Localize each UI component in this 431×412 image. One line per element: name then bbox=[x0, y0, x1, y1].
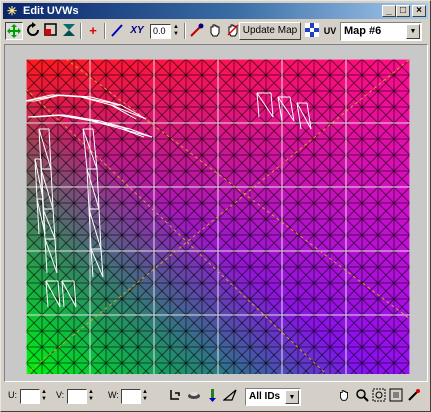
rotate-tool-button[interactable] bbox=[24, 22, 42, 40]
uv-grid-overlay bbox=[26, 59, 410, 374]
v-spinner-arrows[interactable]: ▲ ▼ bbox=[87, 389, 95, 404]
chevron-down-icon[interactable]: ▼ bbox=[406, 24, 420, 39]
u-spinner-arrows[interactable]: ▲ ▼ bbox=[40, 389, 48, 404]
uv-texture-map bbox=[26, 59, 410, 374]
scale-tool-button[interactable] bbox=[42, 22, 60, 40]
show-map-button[interactable] bbox=[303, 22, 321, 40]
lock-selection-icon[interactable] bbox=[167, 388, 183, 404]
scale-icon bbox=[44, 23, 57, 36]
plus-icon[interactable]: + bbox=[84, 22, 102, 40]
maximize-button[interactable]: □ bbox=[396, 5, 410, 17]
uv-toggle-button[interactable]: UV bbox=[321, 22, 339, 40]
update-map-button[interactable]: Update Map bbox=[239, 22, 301, 40]
pen-icon bbox=[111, 24, 123, 37]
w-value-field[interactable] bbox=[121, 389, 141, 404]
filter-icon[interactable] bbox=[204, 388, 220, 404]
uv-editor-viewport[interactable] bbox=[4, 44, 428, 382]
zoom-icon[interactable] bbox=[354, 388, 370, 404]
chevron-down-icon[interactable]: ▼ bbox=[285, 390, 299, 404]
window-title: Edit UVWs bbox=[23, 5, 79, 17]
hand-icon bbox=[210, 24, 220, 37]
v-value-field[interactable] bbox=[67, 389, 87, 404]
minimize-button[interactable]: _ bbox=[382, 5, 396, 17]
mirror-icon bbox=[63, 24, 75, 36]
move-tool-button[interactable] bbox=[5, 22, 23, 40]
id-select-dropdown[interactable]: All IDs ▼ bbox=[245, 388, 301, 406]
u-value-field[interactable] bbox=[20, 389, 40, 404]
checker-map-icon bbox=[305, 23, 319, 37]
weld-icon bbox=[190, 23, 204, 37]
pen-tool-button[interactable] bbox=[108, 22, 126, 40]
hide-icon[interactable] bbox=[186, 388, 202, 404]
xy-toggle-button[interactable]: XY bbox=[126, 22, 148, 40]
map-select-dropdown[interactable]: Map #6 ▼ bbox=[340, 22, 422, 41]
weld-tool-button[interactable] bbox=[188, 22, 206, 40]
toolbar-separator bbox=[104, 23, 106, 39]
w-spinner-arrows[interactable]: ▲ ▼ bbox=[141, 389, 149, 404]
id-select-value: All IDs bbox=[249, 391, 281, 402]
pan-hand-icon[interactable] bbox=[336, 388, 352, 404]
toolbar-separator bbox=[184, 23, 186, 39]
zoom-region-icon[interactable] bbox=[371, 388, 387, 404]
zoom-extents-icon[interactable] bbox=[388, 388, 404, 404]
value-spinner-field[interactable]: 0.0 bbox=[150, 24, 171, 39]
bottom-toolbar: U: ▲ ▼ V: ▲ ▼ W: ▲ ▼ All IDs ▼ bbox=[4, 385, 428, 409]
w-label: W: bbox=[108, 390, 119, 400]
rotate-icon bbox=[27, 22, 39, 36]
spinner-arrows[interactable]: ▲ ▼ bbox=[172, 24, 180, 39]
select-face-icon[interactable] bbox=[222, 388, 238, 404]
close-button[interactable]: × bbox=[412, 5, 426, 17]
u-label: U: bbox=[8, 390, 17, 400]
top-toolbar: + XY 0.0 ▲ ▼ Update Map UV Map #6 ▼ bbox=[4, 21, 428, 43]
asterisk-icon: ✳ bbox=[6, 4, 18, 18]
mirror-tool-button[interactable] bbox=[60, 22, 78, 40]
v-label: V: bbox=[56, 390, 65, 400]
toolbar-separator bbox=[80, 23, 82, 39]
move-arrows-icon bbox=[7, 24, 21, 38]
edit-uvws-window: ✳ Edit UVWs _ □ × + XY 0.0 ▲ ▼ Update Ma… bbox=[0, 0, 431, 412]
title-bar[interactable]: ✳ Edit UVWs _ □ × bbox=[3, 3, 428, 19]
freeze-selected-button[interactable] bbox=[206, 22, 224, 40]
snap-icon[interactable] bbox=[406, 388, 422, 404]
map-select-value: Map #6 bbox=[344, 25, 382, 37]
